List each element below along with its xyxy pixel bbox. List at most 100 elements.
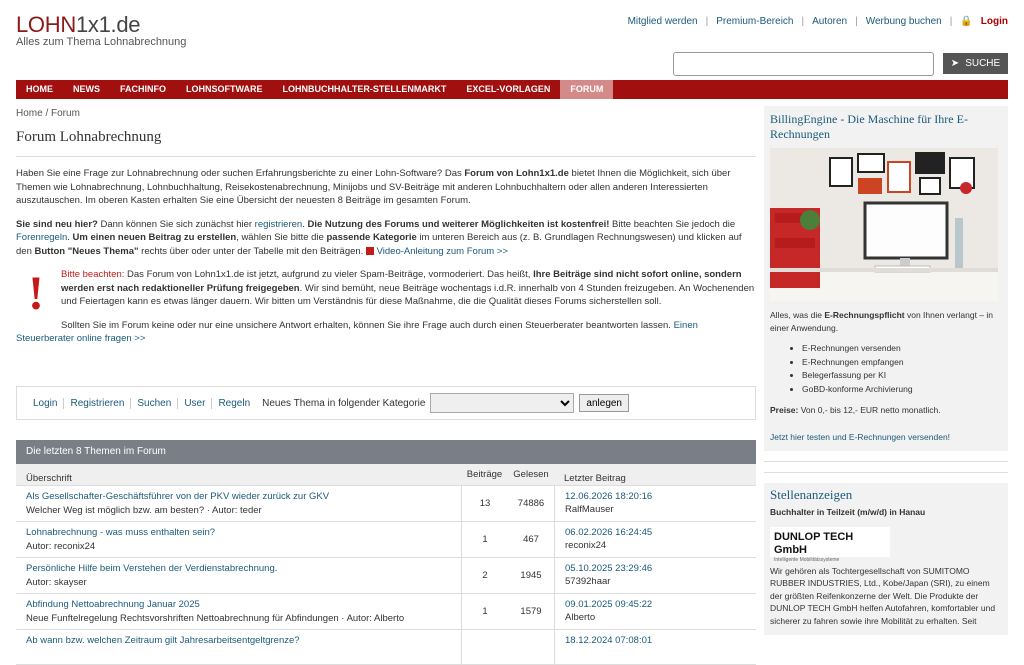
last-post-date[interactable]: 09.01.2025 09:45:22: [565, 598, 746, 612]
search-input[interactable]: [673, 52, 934, 76]
forum-action-bar: Login Registrieren Suchen User Regeln Ne…: [16, 386, 756, 420]
col-posts: Beiträge: [466, 469, 503, 480]
action-login[interactable]: Login: [27, 397, 65, 409]
jobs-box: Stellenanzeigen Buchhalter in Teilzeit (…: [764, 483, 1008, 635]
feature-list: E-Rechnungen versenden E-Rechnungen empf…: [802, 342, 1002, 396]
last-post-user: 57392haar: [565, 576, 611, 587]
category-select[interactable]: [430, 393, 575, 413]
moderation-notice: ! Bitte beachten: Das Forum von Lohn1x1.…: [28, 267, 755, 320]
read-count: 467: [523, 534, 539, 545]
link-autoren[interactable]: Autoren: [812, 16, 847, 27]
nav-fachinfo[interactable]: FACHINFO: [110, 80, 176, 99]
nav-news[interactable]: NEWS: [63, 80, 110, 99]
search-button[interactable]: ➤ SUCHE: [943, 53, 1008, 74]
table-row[interactable]: Persönliche Hilfe beim Verstehen der Ver…: [16, 558, 756, 594]
read-count: 1945: [520, 570, 542, 581]
link-mitglied[interactable]: Mitglied werden: [628, 16, 698, 27]
last-post-user: reconix24: [565, 540, 607, 551]
feature-item: Belegerfassung per KI: [802, 369, 1002, 383]
ad-title[interactable]: BillingEngine - Die Maschine für Ihre E-…: [770, 112, 1002, 142]
ad-box: BillingEngine - Die Maschine für Ihre E-…: [764, 106, 1008, 451]
table-header: Überschrift Beiträge Gelesen Letzter Bei…: [16, 464, 756, 486]
nav-excel[interactable]: EXCEL-VORLAGEN: [456, 80, 560, 99]
tax-advisor-text: Sollten Sie im Forum keine oder nur eine…: [16, 319, 698, 345]
jobs-title: Stellenanzeigen: [770, 487, 853, 502]
job-title[interactable]: Buchhalter in Teilzeit (m/w/d) in Hanau: [770, 506, 1002, 519]
table-row[interactable]: Lohnabrechnung - was muss enthalten sein…: [16, 522, 756, 558]
search-button-label: SUCHE: [965, 58, 1001, 69]
read-count: 74886: [517, 498, 545, 509]
site-logo[interactable]: LOHN1x1.de Alles zum Thema Lohnabrechnun…: [16, 12, 186, 48]
link-werbung[interactable]: Werbung buchen: [866, 16, 942, 27]
feature-item: E-Rechnungen versenden: [802, 342, 1002, 356]
breadcrumb[interactable]: Home / Forum: [16, 108, 80, 119]
logo-lohn: LOHN: [16, 12, 76, 37]
intro-text: Haben Sie eine Frage zur Lohnabrechnung …: [16, 168, 731, 206]
ad-text: Alles, was die E-Rechnungspflicht von Ih…: [770, 310, 993, 333]
category-label: Neues Thema in folgender Kategorie: [262, 397, 426, 409]
read-count: [508, 630, 554, 664]
top-links: Mitglied werden | Premium-Bereich | Autore…: [627, 16, 1008, 27]
exclamation-icon: !: [28, 267, 44, 320]
last-post-date[interactable]: 18.12.2024 07:08:01: [565, 634, 746, 648]
table-row[interactable]: Abfindung Nettoabrechnung Januar 2025 Neu…: [16, 594, 756, 630]
action-rules[interactable]: Regeln: [212, 398, 256, 409]
link-premium[interactable]: Premium-Bereich: [716, 16, 793, 27]
divider: [764, 461, 1008, 462]
nav-home[interactable]: HOME: [16, 80, 63, 99]
rules-link[interactable]: Forenregeln: [16, 232, 67, 243]
last-post-date[interactable]: 05.10.2025 23:29:46: [565, 562, 746, 576]
topic-link[interactable]: Als Gesellschafter-Geschäftsführer von d…: [26, 490, 451, 504]
table-row[interactable]: Als Gesellschafter-Geschäftsführer von d…: [16, 486, 756, 522]
action-user[interactable]: User: [178, 397, 213, 409]
feature-item: E-Rechnungen empfangen: [802, 356, 1002, 370]
col-title: Überschrift: [26, 473, 72, 484]
table-title: Die letzten 8 Themen im Forum: [16, 440, 756, 464]
lock-icon: 🔒: [960, 16, 973, 27]
topic-link[interactable]: Lohnabrechnung - was muss enthalten sein…: [26, 526, 451, 540]
read-count: 1579: [520, 606, 542, 617]
topic-link[interactable]: Abfindung Nettoabrechnung Januar 2025: [26, 598, 451, 612]
post-count: 1: [461, 594, 508, 629]
login-link[interactable]: Login: [981, 16, 1008, 27]
post-count: 13: [461, 486, 508, 521]
logo-domain: 1x1.de: [75, 12, 141, 37]
topic-subtitle: Neue Funftelregelung Rechtsvorshriften N…: [26, 613, 405, 624]
last-post-date[interactable]: 12.06.2026 18:20:16: [565, 490, 746, 504]
nav-stellenmarkt[interactable]: LOHNBUCHHALTER-STELLENMARKT: [273, 80, 457, 99]
newcomer-text: Sie sind neu hier? Dann können Sie sich …: [16, 218, 742, 257]
post-count: [461, 630, 508, 664]
last-post-date[interactable]: 06.02.2026 16:24:45: [565, 526, 746, 540]
video-link[interactable]: Video-Anleitung zum Forum >>: [377, 246, 508, 257]
latest-topics-table: Die letzten 8 Themen im Forum Überschrif…: [16, 440, 756, 665]
video-icon: [365, 246, 374, 255]
last-post-user: RalfMauser: [565, 504, 614, 515]
page-title: Forum Lohnabrechnung: [16, 124, 756, 157]
topic-link[interactable]: Ab wann bzw. welchen Zeitraum gilt Jahre…: [26, 634, 451, 648]
action-search[interactable]: Suchen: [131, 397, 179, 409]
topic-subtitle: Autor: skayser: [26, 577, 87, 588]
company-logo[interactable]: DUNLOP TECH GmbH Intelligente Mobilitäts…: [770, 526, 890, 563]
topic-subtitle: Autor: reconix24: [26, 541, 96, 552]
office-photo[interactable]: [770, 148, 998, 301]
main-content: Forum Lohnabrechnung Haben Sie eine Frag…: [16, 124, 756, 346]
topic-subtitle: Welcher Weg ist möglich bzw. am besten? …: [26, 505, 262, 516]
post-count: 2: [461, 558, 508, 593]
ad-cta-link[interactable]: Jetzt hier testen und E-Rechnungen verse…: [770, 432, 950, 442]
divider: [764, 472, 1008, 473]
main-nav: HOME NEWS FACHINFO LOHNSOFTWARE LOHNBUCH…: [16, 80, 1008, 99]
topic-link[interactable]: Persönliche Hilfe beim Verstehen der Ver…: [26, 562, 451, 576]
price-text: Preise: Von 0,- bis 12,- EUR netto monat…: [770, 405, 941, 415]
col-reads: Gelesen: [513, 469, 549, 480]
sidebar: BillingEngine - Die Maschine für Ihre E-…: [764, 106, 1008, 635]
action-register[interactable]: Registrieren: [64, 397, 132, 409]
nav-forum[interactable]: FORUM: [560, 80, 614, 99]
col-last: Letzter Beitrag: [564, 473, 626, 484]
feature-item: GoBD-konforme Archivierung: [802, 383, 1002, 397]
table-row[interactable]: Ab wann bzw. welchen Zeitraum gilt Jahre…: [16, 630, 756, 665]
arrow-icon: ➤: [950, 58, 960, 69]
register-link[interactable]: registrieren: [255, 219, 303, 230]
nav-lohnsoftware[interactable]: LOHNSOFTWARE: [176, 80, 273, 99]
create-topic-button[interactable]: anlegen: [579, 394, 629, 412]
last-post-user: Alberto: [565, 612, 596, 623]
